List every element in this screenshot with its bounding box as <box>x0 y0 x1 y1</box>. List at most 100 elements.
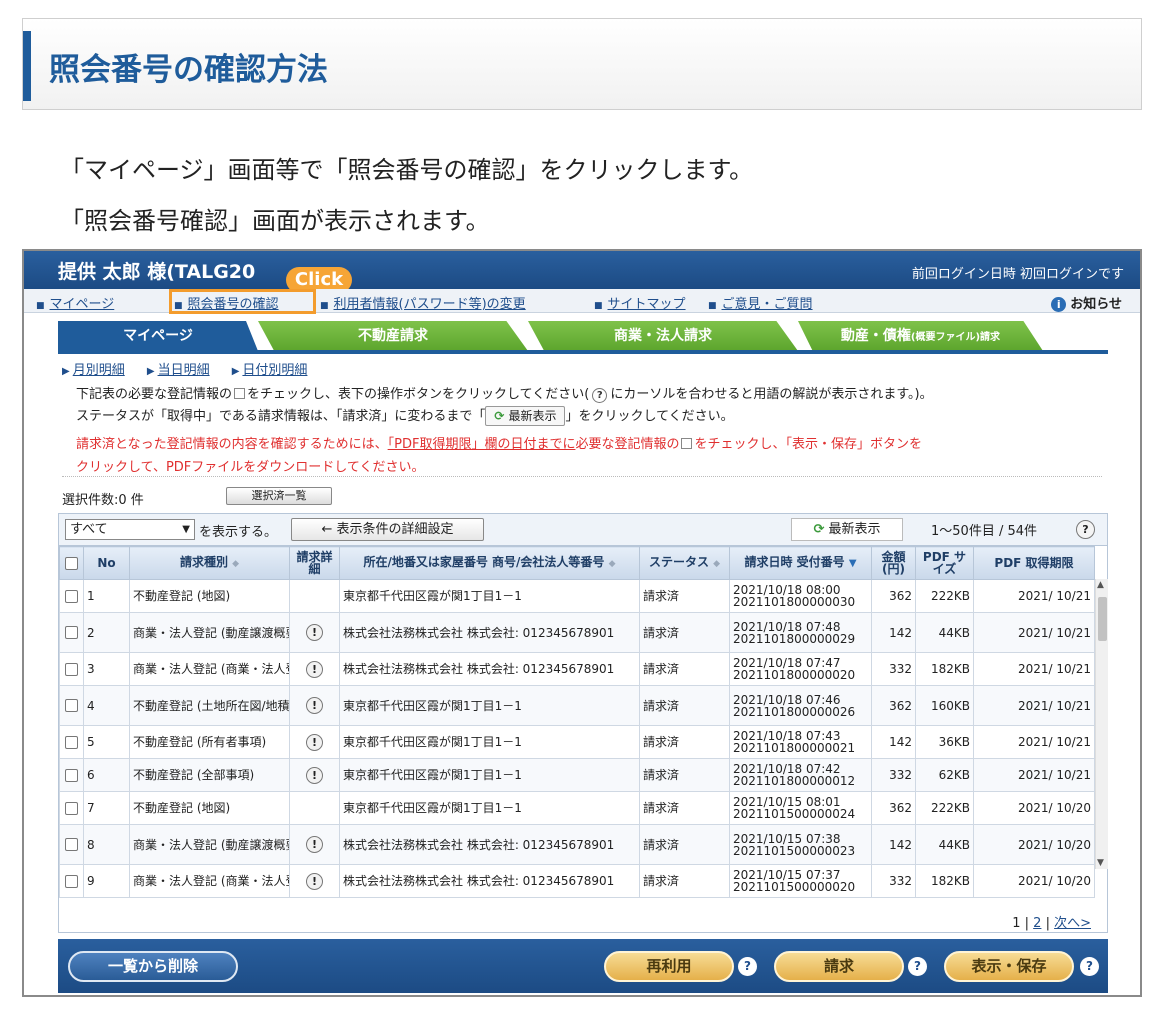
row-size: 62KB <box>915 758 974 792</box>
table-row[interactable]: 3商業・法人登記 (商業・法人登記簿)! 株式会社法務株式会社 株式会社: 012… <box>59 652 1095 686</box>
row-select-cell[interactable] <box>59 791 84 825</box>
next-page-link[interactable]: 次へ> <box>1054 916 1091 931</box>
row-amount: 362 <box>871 685 916 726</box>
select-all-checkbox[interactable] <box>65 556 78 570</box>
divider <box>62 476 1102 477</box>
row-detail[interactable]: ! <box>289 824 340 865</box>
row-detail <box>289 791 340 825</box>
row-detail[interactable]: ! <box>289 685 340 726</box>
refresh-button[interactable]: ⟳ 最新表示 <box>791 518 903 541</box>
row-deadline: 2021/ 10/20 <box>973 864 1095 898</box>
col-location[interactable]: 所在/地番又は家屋番号 商号/会社法人等番号 ◆ <box>339 546 640 580</box>
chevron-down-icon: ▼ <box>182 524 190 535</box>
detail-condition-button[interactable]: ← 表示条件の詳細設定 <box>291 518 484 541</box>
request-help-icon[interactable]: ? <box>908 957 927 976</box>
table-row[interactable]: 6 不動産登記 (全部事項)! 東京都千代田区霞が関1丁目1－1 請求済 2021/10… <box>59 758 1095 792</box>
col-pdf-deadline: PDF 取得期限 <box>973 546 1095 580</box>
reuse-help-icon[interactable]: ? <box>738 957 757 976</box>
detail-info-icon[interactable]: ! <box>306 836 323 853</box>
row-detail[interactable]: ! <box>289 758 340 792</box>
detail-info-icon[interactable]: ! <box>306 872 323 890</box>
tab-mypage[interactable]: マイページ <box>58 321 258 351</box>
table-row[interactable]: 5 不動産登記 (所有者事項)! 東京都千代田区霞が関1丁目1－1 請求済 2021/1… <box>59 725 1095 759</box>
col-type[interactable]: 請求種別 ◆ <box>129 546 290 580</box>
table-row[interactable]: 7 不動産登記 (地図) 東京都千代田区霞が関1丁目1－1 請求済 2021/10/15… <box>59 791 1095 825</box>
reuse-button[interactable]: 再利用 <box>604 951 734 982</box>
scroll-up-icon[interactable]: ▲ <box>1097 580 1104 590</box>
selected-list-button[interactable]: 選択済一覧 <box>226 487 332 505</box>
table-row[interactable]: 2商業・法人登記 (動産譲渡概要 現在事項)! 株式会社法務株式会社 株式会社: … <box>59 612 1095 653</box>
row-deadline: 2021/ 10/21 <box>973 685 1095 726</box>
row-select-cell[interactable] <box>59 612 84 653</box>
nav-link-user-info[interactable]: 利用者情報(パスワード等)の変更 <box>320 293 526 312</box>
row-checkbox[interactable] <box>65 699 78 712</box>
app-screenshot: 提供 太郎 様(TALG20 前回ログイン日時 初回ログインです Click マ… <box>22 249 1142 997</box>
tab-commercial[interactable]: 商業・法人請求 <box>528 321 798 351</box>
row-checkbox[interactable] <box>65 589 78 603</box>
row-checkbox[interactable] <box>65 874 78 888</box>
request-button[interactable]: 請求 <box>774 951 904 982</box>
scroll-down-icon[interactable]: ▼ <box>1097 858 1104 868</box>
row-select-cell[interactable] <box>59 758 84 792</box>
row-checkbox[interactable] <box>65 662 78 676</box>
row-checkbox[interactable] <box>65 838 78 851</box>
row-checkbox[interactable] <box>65 626 78 639</box>
row-checkbox[interactable] <box>65 768 78 782</box>
table-row[interactable]: 1 不動産登記 (地図) 東京都千代田区霞が関1丁目1－1 請求済 2021/10/18… <box>59 579 1095 613</box>
row-amount: 332 <box>871 758 916 792</box>
detail-info-icon[interactable]: ! <box>306 624 323 641</box>
row-select-cell[interactable] <box>59 824 84 865</box>
pagination: 1 | 2 | 次へ> <box>1012 916 1091 931</box>
detail-info-icon[interactable]: ! <box>306 766 323 784</box>
nav-link-feedback[interactable]: ご意見・ご質問 <box>708 293 813 312</box>
intro-line-2: 「照会番号確認」画面が表示されます。 <box>60 207 490 235</box>
display-filter-select[interactable]: すべて ▼ <box>65 519 195 540</box>
delete-from-list-button[interactable]: 一覧から削除 <box>68 951 238 982</box>
row-type: 商業・法人登記 (商業・法人登記簿) <box>129 652 290 686</box>
row-amount: 142 <box>871 612 916 653</box>
row-checkbox[interactable] <box>65 801 78 815</box>
view-save-button[interactable]: 表示・保存 <box>944 951 1074 982</box>
view-save-help-icon[interactable]: ? <box>1080 957 1099 976</box>
row-detail[interactable]: ! <box>289 652 340 686</box>
nav-link-sitemap[interactable]: サイトマップ <box>594 293 686 312</box>
row-select-cell[interactable] <box>59 685 84 726</box>
col-datetime[interactable]: 請求日時 受付番号 ▼ <box>729 546 872 580</box>
instruction-2: ステータスが「取得中」である請求情報は、「請求済」に変わるまで「 ⟳ 最新表示 」をク… <box>76 405 734 426</box>
detail-info-icon[interactable]: ! <box>306 733 323 751</box>
row-checkbox[interactable] <box>65 735 78 749</box>
link-by-date[interactable]: 日付別明細 <box>232 363 307 378</box>
row-select-cell[interactable] <box>59 652 84 686</box>
row-deadline: 2021/ 10/21 <box>973 758 1095 792</box>
row-no: 8 <box>83 824 130 865</box>
detail-info-icon[interactable]: ! <box>306 697 323 714</box>
table-row[interactable]: 4不動産登記 (土地所在図/地積測量図)! 東京都千代田区霞が関1丁目1－1請求済… <box>59 685 1095 726</box>
nav-link-mypage[interactable]: マイページ <box>36 293 115 312</box>
link-today[interactable]: 当日明細 <box>147 363 210 378</box>
row-size: 222KB <box>915 579 974 613</box>
table-row[interactable]: 9商業・法人登記 (商業・法人登記簿)! 株式会社法務株式会社 株式会社: 012… <box>59 864 1095 898</box>
row-select-cell[interactable] <box>59 725 84 759</box>
row-amount: 332 <box>871 652 916 686</box>
row-select-cell[interactable] <box>59 864 84 898</box>
table-row[interactable]: 8商業・法人登記 (動産譲渡概要 閉鎖事項)! 株式会社法務株式会社 株式会社: … <box>59 824 1095 865</box>
row-select-cell[interactable] <box>59 579 84 613</box>
notice-link[interactable]: i お知らせ <box>1051 293 1122 312</box>
table-scrollbar[interactable]: ▲ ▼ <box>1095 579 1108 869</box>
tab-real-estate[interactable]: 不動産請求 <box>258 321 528 351</box>
row-detail[interactable]: ! <box>289 725 340 759</box>
help-icon: ? <box>592 388 608 403</box>
help-icon[interactable]: ? <box>1076 520 1095 539</box>
row-type: 商業・法人登記 (商業・法人登記簿) <box>129 864 290 898</box>
row-size: 44KB <box>915 612 974 653</box>
page-2-link[interactable]: 2 <box>1033 916 1041 931</box>
col-status[interactable]: ステータス ◆ <box>639 546 730 580</box>
select-all-cell[interactable] <box>59 546 84 580</box>
detail-info-icon[interactable]: ! <box>306 660 323 678</box>
row-detail[interactable]: ! <box>289 864 340 898</box>
row-datetime: 2021/10/18 08:00 2021101800000030 <box>729 579 872 613</box>
tab-movables[interactable]: 動産・債権(概要ファイル)請求 <box>798 321 1043 351</box>
link-monthly[interactable]: 月別明細 <box>62 363 125 378</box>
scroll-thumb[interactable] <box>1098 597 1107 641</box>
row-detail[interactable]: ! <box>289 612 340 653</box>
